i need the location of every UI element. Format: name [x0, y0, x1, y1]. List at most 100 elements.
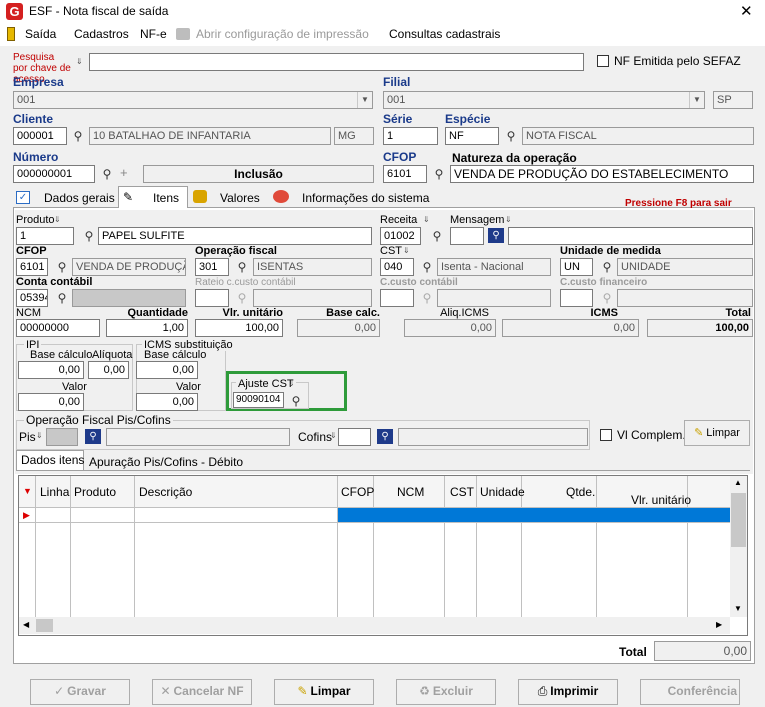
- col-cfop[interactable]: CFOP: [341, 485, 374, 499]
- binoculars-icon[interactable]: ⚲: [233, 290, 251, 306]
- ipi-valor-input[interactable]: 0,00: [18, 393, 84, 411]
- cfop-header-input[interactable]: 6101: [383, 165, 427, 183]
- binoculars-icon[interactable]: ⚲: [598, 259, 616, 275]
- chevron-down-icon[interactable]: ▼: [357, 92, 372, 108]
- gravar-button[interactable]: ✓ Gravar: [30, 679, 130, 705]
- binoculars-icon[interactable]: ⚲: [287, 393, 305, 409]
- binoculars-icon[interactable]: ⚲: [377, 429, 393, 444]
- trash-icon: ♻: [419, 684, 430, 698]
- especie-name: NOTA FISCAL: [522, 127, 754, 145]
- scroll-thumb[interactable]: [731, 493, 746, 547]
- qtd-input[interactable]: 1,00: [106, 319, 188, 337]
- ccusto-contabil-input[interactable]: [380, 289, 414, 307]
- binoculars-icon[interactable]: ⚲: [502, 128, 520, 144]
- col-descricao[interactable]: Descrição: [139, 485, 192, 499]
- cancelar-label: Cancelar NF: [173, 684, 244, 698]
- binoculars-icon[interactable]: ⚲: [80, 228, 98, 244]
- cfop-label: CFOP: [16, 245, 47, 257]
- mensagem-input[interactable]: [450, 227, 484, 245]
- binoculars-icon[interactable]: ⚲: [53, 290, 71, 306]
- ipi-base-input[interactable]: 0,00: [18, 361, 84, 379]
- binoculars-icon[interactable]: ⚲: [53, 259, 71, 275]
- col-unidade[interactable]: Unidade: [480, 485, 525, 499]
- chevron-down-icon[interactable]: ▼: [689, 92, 704, 108]
- receita-input[interactable]: 01002: [380, 227, 421, 245]
- imprimir-button[interactable]: ⎙ Imprimir: [518, 679, 618, 705]
- cfop-name: VENDA DE PRODUÇÃO D: [72, 258, 186, 276]
- limpar-button[interactable]: ✎ Limpar: [274, 679, 374, 705]
- nf-sefaz-checkbox[interactable]: [597, 55, 609, 67]
- ncm-input[interactable]: 00000000: [16, 319, 100, 337]
- excluir-button[interactable]: ♻ Excluir: [396, 679, 496, 705]
- cofins-input[interactable]: [338, 428, 371, 446]
- binoculars-icon[interactable]: ⚲: [233, 259, 251, 275]
- subtab-apuracao[interactable]: Apuração Pis/Cofins - Débito: [89, 455, 243, 469]
- cfop-input[interactable]: 6101: [16, 258, 48, 276]
- binoculars-icon[interactable]: ⚲: [598, 290, 616, 306]
- cst-input[interactable]: 040: [380, 258, 414, 276]
- empresa-select[interactable]: 001: [13, 91, 373, 109]
- tab-itens[interactable]: Itens: [153, 191, 179, 205]
- ccusto-fin-input[interactable]: [560, 289, 593, 307]
- conta-input[interactable]: 05394: [16, 289, 48, 307]
- tab-info-sistema[interactable]: Informações do sistema: [302, 191, 429, 205]
- col-linha[interactable]: Linha: [40, 485, 69, 499]
- required-icon: ⇓: [423, 215, 430, 224]
- limpar-item-label: Limpar: [706, 427, 740, 439]
- tab-valores[interactable]: Valores: [220, 191, 260, 205]
- binoculars-icon[interactable]: ⚲: [428, 228, 446, 244]
- numero-input[interactable]: 000000001: [13, 165, 95, 183]
- vl-complem-checkbox[interactable]: [600, 429, 612, 441]
- selected-row[interactable]: [338, 508, 730, 522]
- col-cst[interactable]: CST: [450, 485, 474, 499]
- tab-dados-gerais[interactable]: Dados gerais: [44, 191, 115, 205]
- binoculars-icon[interactable]: ⚲: [98, 166, 116, 182]
- ajuste-input[interactable]: 90090104: [233, 392, 284, 408]
- col-produto[interactable]: Produto: [74, 485, 116, 499]
- serie-input[interactable]: 1: [383, 127, 438, 145]
- binoculars-icon[interactable]: ⚲: [418, 259, 436, 275]
- menu-consultas[interactable]: Consultas cadastrais: [389, 27, 500, 41]
- col-vlr-unitario[interactable]: Vlr. unitário: [631, 493, 691, 507]
- limpar-item-button[interactable]: ✎ Limpar: [684, 420, 750, 446]
- horizontal-scrollbar[interactable]: [19, 617, 730, 634]
- especie-code-input[interactable]: NF: [445, 127, 499, 145]
- binoculars-icon[interactable]: ⚲: [418, 290, 436, 306]
- binoculars-icon[interactable]: ⚲: [69, 128, 87, 144]
- total-value: 100,00: [647, 319, 753, 337]
- binoculars-icon[interactable]: ⚲: [488, 228, 504, 243]
- chave-acesso-input[interactable]: [89, 53, 584, 71]
- ipi-aliq-input[interactable]: 0,00: [88, 361, 129, 379]
- scroll-up-icon[interactable]: ▲: [734, 478, 742, 487]
- close-icon[interactable]: ✕: [740, 2, 753, 20]
- plus-icon[interactable]: +: [120, 165, 128, 180]
- menu-cadastros[interactable]: Cadastros: [74, 27, 129, 41]
- conferencia-button[interactable]: Conferência: [640, 679, 740, 705]
- subtab-dados-itens[interactable]: Dados itens: [21, 453, 84, 467]
- natureza-input[interactable]: VENDA DE PRODUÇÃO DO ESTABELECIMENTO: [450, 165, 754, 183]
- scroll-down-icon[interactable]: ▼: [734, 604, 742, 613]
- icms-st-base-input[interactable]: 0,00: [136, 361, 198, 379]
- scroll-left-icon[interactable]: ◀: [23, 620, 29, 629]
- scroll-right-icon[interactable]: ▶: [716, 620, 722, 629]
- menu-nfe[interactable]: NF-e: [140, 27, 167, 41]
- produto-code-input[interactable]: 1: [16, 227, 74, 245]
- rateio-input[interactable]: [195, 289, 229, 307]
- rateio-name: [253, 289, 372, 307]
- opfiscal-input[interactable]: 301: [195, 258, 229, 276]
- hscroll-thumb[interactable]: [36, 619, 53, 632]
- col-ncm[interactable]: NCM: [397, 485, 424, 499]
- pis-input[interactable]: [46, 428, 78, 446]
- filial-select[interactable]: 001: [383, 91, 705, 109]
- binoculars-icon[interactable]: ⚲: [430, 166, 448, 182]
- vunit-input[interactable]: 100,00: [195, 319, 283, 337]
- cliente-code-input[interactable]: 000001: [13, 127, 67, 145]
- col-qtde[interactable]: Qtde.: [566, 485, 595, 499]
- unidade-input[interactable]: UN: [560, 258, 593, 276]
- grid-total-value: 0,00: [654, 641, 751, 661]
- icms-st-valor-input[interactable]: 0,00: [136, 393, 198, 411]
- menu-abrir-impressao[interactable]: Abrir configuração de impressão: [196, 27, 369, 41]
- binoculars-icon[interactable]: ⚲: [85, 429, 101, 444]
- menu-saida[interactable]: Saída: [25, 27, 56, 41]
- cancelar-nf-button[interactable]: ✕ Cancelar NF: [152, 679, 252, 705]
